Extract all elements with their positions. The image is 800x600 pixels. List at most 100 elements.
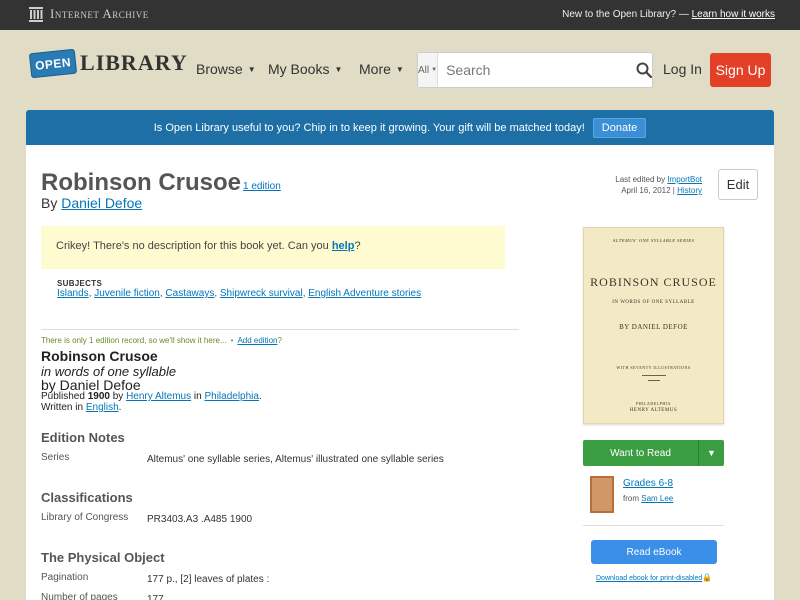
series-label: Series [41,452,70,463]
subjects-list: Islands, Juvenile fiction, Castaways, Sh… [57,288,422,299]
read-ebook-button[interactable]: Read eBook [591,540,717,564]
search-scope-select[interactable]: All ▼ [418,53,439,87]
book-cover[interactable]: ALTEMUS' ONE SYLLABLE SERIES ROBINSON CR… [583,227,724,424]
number-of-pages-label: Number of pages [41,592,118,600]
want-to-read-button: Want to Read ▼ [583,440,724,466]
last-edited-info: Last edited by ImportBot April 16, 2012 … [615,175,702,195]
list-name-link[interactable]: Grades 6-8 [623,478,673,489]
cover-place: PHILADELPHIA [636,401,671,406]
list-from-label: from [623,494,639,503]
subject-link[interactable]: Juvenile fiction [94,288,160,299]
subject-link[interactable]: Shipwreck survival [220,288,303,299]
caret-down-icon: ▼ [395,64,404,74]
donate-button[interactable]: Donate [592,117,647,138]
nav-browse[interactable]: Browse ▼ [196,61,256,77]
list-cover-thumbnail[interactable] [590,476,614,513]
publisher-link[interactable]: Henry Altemus [126,391,191,402]
search-bar: All ▼ [417,52,653,88]
loc-label: Library of Congress [41,512,129,523]
cover-illustrations: WITH SEVENTY ILLUSTRATIONS [616,365,691,370]
search-icon [636,62,652,78]
list-entry: Grades 6-8 from Sam Lee [583,473,724,518]
new-user-text: New to the Open Library? — [562,9,689,20]
cover-author: BY DANIEL DEFOE [619,323,688,331]
last-edited-date: April 16, 2012 [621,186,671,195]
lock-icon: 🔒 [702,573,713,582]
language-link[interactable]: English [86,402,119,413]
nav-browse-label: Browse [196,61,243,77]
nav-more-label: More [359,61,391,77]
logo-open-badge: OPEN [28,48,78,78]
new-user-prompt: New to the Open Library? — Learn how it … [562,9,775,20]
published-in-label: in [193,391,202,402]
published-year: 1900 [87,391,110,402]
series-value: Altemus' one syllable series, Altemus' i… [147,454,444,465]
caret-down-icon: ▼ [334,64,343,74]
edit-button[interactable]: Edit [718,169,758,200]
want-to-read-dropdown[interactable]: ▼ [698,440,724,466]
search-button[interactable] [635,53,652,87]
nav-my-books-label: My Books [268,61,330,77]
cover-publisher: HENRY ALTEMUS [629,408,678,413]
learn-how-link[interactable]: Learn how it works [692,9,775,20]
last-edited-label: Last edited by [615,175,666,184]
subjects-heading: SUBJECTS [57,279,103,288]
publish-place-link[interactable]: Philadelphia [204,391,259,402]
no-description-notice: Crikey! There's no description for this … [41,226,505,269]
pagination-value: 177 p., [2] leaves of plates : [147,574,270,585]
search-scope-label: All [418,64,430,76]
help-link[interactable]: help [332,240,355,252]
list-owner-link[interactable]: Sam Lee [641,494,673,503]
subjects-section: SUBJECTS Islands, Juvenile fiction, Cast… [57,279,421,299]
single-edition-notice: There is only 1 edition record, so we'll… [41,336,282,345]
author-link[interactable]: Daniel Defoe [61,195,142,211]
caret-down-icon: ▼ [707,448,716,458]
number-of-pages-value: 177 [147,594,164,600]
print-disabled-row: Download ebook for print-disabled🔒 [596,573,712,582]
written-in-label: Written in [41,402,84,413]
site-header: OPEN LIBRARY Browse ▼ My Books ▼ More ▼ … [0,30,800,110]
history-link[interactable]: History [677,186,702,195]
edition-count-link[interactable]: 1 edition [243,181,281,192]
nav-more[interactable]: More ▼ [359,61,404,77]
work-byline: By Daniel Defoe [41,195,142,211]
edition-language: Written in English. [41,402,122,413]
signup-button[interactable]: Sign Up [710,53,771,87]
caret-down-icon: ▼ [431,67,438,73]
subject-link[interactable]: Islands [57,288,89,299]
single-edition-text: There is only 1 edition record, so we'll… [41,336,227,345]
search-input[interactable] [438,53,636,87]
donate-banner: Is Open Library useful to you? Chip in t… [26,110,774,145]
pagination-label: Pagination [41,572,89,583]
add-edition-link[interactable]: Add edition [237,336,277,345]
open-library-logo[interactable]: OPEN LIBRARY [28,48,188,78]
cover-rule [642,375,666,376]
nav-my-books[interactable]: My Books ▼ [268,61,342,77]
classifications-heading: Classifications [41,490,133,505]
no-description-text: Crikey! There's no description for this … [56,240,329,252]
physical-object-heading: The Physical Object [41,550,165,565]
last-edited-by-link[interactable]: ImportBot [667,175,702,184]
cover-rule [648,380,660,381]
internet-archive-bar: Internet Archive New to the Open Library… [0,0,800,30]
internet-archive-wordmark: Internet Archive [50,6,149,21]
caret-down-icon: ▼ [247,64,256,74]
work-page-card: Robinson Crusoe 1 edition By Daniel Defo… [26,145,774,600]
subject-link[interactable]: English Adventure stories [308,288,421,299]
login-link[interactable]: Log In [663,61,702,77]
print-disabled-link[interactable]: Download ebook for print-disabled [596,575,702,582]
read-ebook-box: Read eBook Download ebook for print-disa… [583,525,724,600]
subject-link[interactable]: Castaways [165,288,214,299]
work-title: Robinson Crusoe [41,169,242,196]
published-label: Published [41,391,85,402]
section-divider [41,329,519,330]
cover-subtitle: IN WORDS OF ONE SYLLABLE [612,300,695,305]
archive-building-icon [29,7,43,22]
logo-library-word: LIBRARY [80,50,188,75]
internet-archive-logo[interactable]: Internet Archive [28,6,149,22]
want-to-read-main[interactable]: Want to Read [583,440,698,466]
cover-title: ROBINSON CRUSOE [590,275,717,289]
edition-published: Published 1900 by Henry Altemus in Phila… [41,391,262,402]
by-label: By [41,195,58,211]
edition-title: Robinson Crusoe [41,348,158,364]
